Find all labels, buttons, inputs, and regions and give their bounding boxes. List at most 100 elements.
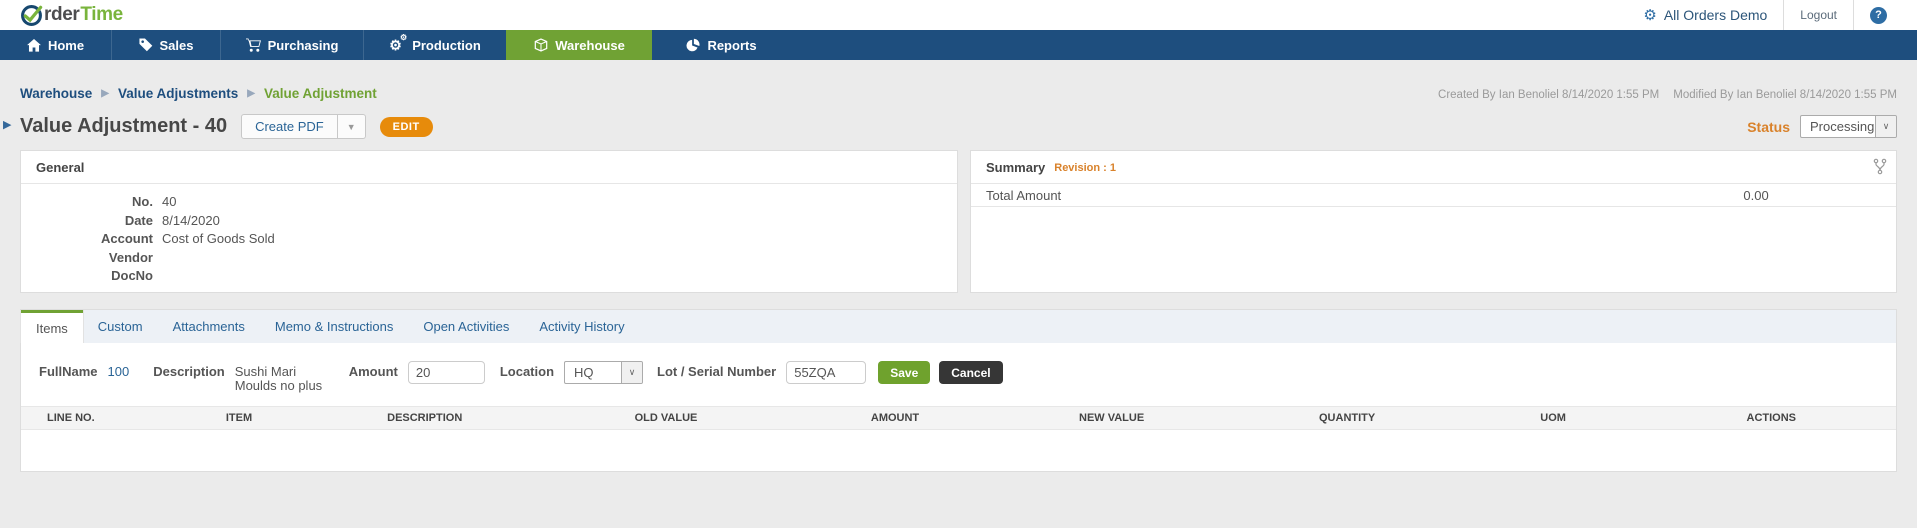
status-select[interactable]: Processing ∨ <box>1800 115 1897 138</box>
field-value: 40 <box>162 194 177 209</box>
cart-icon <box>245 37 261 52</box>
tab-attachments[interactable]: Attachments <box>158 310 260 343</box>
nav-item-sales[interactable]: Sales <box>111 30 220 60</box>
nav-item-production[interactable]: ⚙ ⚙ Production <box>363 30 506 60</box>
create-pdf-dropdown-button[interactable]: ▼ <box>337 114 366 139</box>
chevron-down-icon: ▼ <box>346 121 356 132</box>
tab-open-activities[interactable]: Open Activities <box>408 310 524 343</box>
col-actions: ACTIONS <box>1746 412 1797 424</box>
title-row: ▶ Value Adjustment - 40 Create PDF ▼ EDI… <box>3 114 1897 139</box>
branch-fork-icon <box>1873 158 1887 175</box>
nav-item-reports[interactable]: Reports <box>652 30 790 60</box>
description-value: Sushi Mari Moulds no plus <box>234 364 323 393</box>
breadcrumb-row: Warehouse ▶ Value Adjustments ▶ Value Ad… <box>20 60 1897 101</box>
total-amount-value: 0.00 <box>1743 187 1769 203</box>
save-button[interactable]: Save <box>878 361 931 384</box>
col-line-no: LINE NO. <box>47 412 95 424</box>
breadcrumb-value-adjustments[interactable]: Value Adjustments <box>118 86 238 101</box>
logo-check-circle-icon <box>21 4 43 26</box>
amount-input[interactable] <box>407 361 485 384</box>
settings-gear-icon: ⚙ <box>1643 6 1657 24</box>
chevron-down-icon: ∨ <box>1875 116 1896 137</box>
breadcrumb: Warehouse ▶ Value Adjustments ▶ Value Ad… <box>20 86 377 101</box>
page-title: Value Adjustment - 40 <box>20 115 228 137</box>
modified-by-text: Modified By Ian Benoliel 8/14/2020 1:55 … <box>1673 89 1897 101</box>
lot-serial-label: Lot / Serial Number <box>657 364 777 379</box>
cancel-button[interactable]: Cancel <box>939 361 1003 384</box>
tab-activity-history[interactable]: Activity History <box>524 310 639 343</box>
tab-items[interactable]: Items <box>21 310 83 343</box>
line-items-table: LINE NO. ITEM DESCRIPTION OLD VALUE AMOU… <box>21 406 1896 460</box>
gears-icon: ⚙ ⚙ <box>389 33 408 53</box>
field-label: Account <box>101 231 153 246</box>
page-content: Warehouse ▶ Value Adjustments ▶ Value Ad… <box>0 60 1917 472</box>
col-quantity: QUANTITY <box>1319 412 1376 424</box>
nav-label: Home <box>47 37 85 53</box>
revision-history-button[interactable] <box>1873 158 1887 180</box>
general-panel-title: General <box>36 160 85 175</box>
tab-memo-instructions[interactable]: Memo & Instructions <box>260 310 409 343</box>
nav-label: Purchasing <box>267 37 339 53</box>
table-header-row: LINE NO. ITEM DESCRIPTION OLD VALUE AMOU… <box>21 406 1896 430</box>
record-meta: Created By Ian Benoliel 8/14/2020 1:55 P… <box>1438 89 1897 101</box>
col-amount: AMOUNT <box>870 412 920 424</box>
pie-chart-icon <box>686 38 700 52</box>
col-description: DESCRIPTION <box>387 412 463 424</box>
status-label: Status <box>1747 118 1790 135</box>
account-name: All Orders Demo <box>1663 7 1768 23</box>
create-pdf-split-button: Create PDF ▼ <box>241 114 366 139</box>
nav-item-purchasing[interactable]: Purchasing <box>220 30 363 60</box>
topbar: rder Time ⚙ All Orders Demo Logout ? <box>0 0 1917 30</box>
general-row-vendor: Vendor <box>21 249 957 268</box>
revision-badge: Revision : 1 <box>1054 161 1116 174</box>
help-item[interactable]: ? <box>1854 0 1903 30</box>
logo-text-order: rder <box>44 4 80 25</box>
detail-tabs: Items Custom Attachments Memo & Instruct… <box>21 310 1896 343</box>
general-panel-header: General <box>21 151 957 184</box>
lot-serial-input[interactable] <box>786 361 867 384</box>
empty-table-body <box>21 429 1896 460</box>
nav-label: Reports <box>707 37 757 53</box>
general-panel-body: No. 40 Date 8/14/2020 Account Cost of Go… <box>21 184 957 286</box>
general-row-account: Account Cost of Goods Sold <box>21 230 957 249</box>
logout-item[interactable]: Logout <box>1784 0 1853 30</box>
summary-panel: Summary Revision : 1 Total Amount 0.00 <box>970 150 1897 293</box>
general-row-docno: DocNo <box>21 267 957 286</box>
logout-link: Logout <box>1800 8 1837 22</box>
account-menu[interactable]: ⚙ All Orders Demo <box>1627 0 1783 30</box>
chevron-down-icon: ∨ <box>621 362 643 383</box>
location-value: HQ <box>574 365 594 380</box>
help-icon: ? <box>1870 6 1887 24</box>
field-label: Vendor <box>108 249 153 265</box>
box-icon <box>534 38 548 52</box>
collapse-arrow-icon[interactable]: ▶ <box>3 118 11 131</box>
breadcrumb-current: Value Adjustment <box>263 86 377 101</box>
logo-text-time: Time <box>80 4 123 25</box>
col-uom: UOM <box>1540 412 1566 424</box>
home-icon <box>27 38 41 52</box>
tab-custom[interactable]: Custom <box>83 310 158 343</box>
general-row-date: Date 8/14/2020 <box>21 212 957 231</box>
fullname-link[interactable]: 100 <box>108 361 130 383</box>
edit-button[interactable]: EDIT <box>379 116 433 137</box>
breadcrumb-arrow-icon: ▶ <box>247 88 255 99</box>
topbar-right: ⚙ All Orders Demo Logout ? <box>1627 0 1903 30</box>
general-panel: General No. 40 Date 8/14/2020 Account Co… <box>20 150 958 293</box>
ordertime-logo[interactable]: rder Time <box>20 4 123 27</box>
nav-item-warehouse[interactable]: Warehouse <box>506 30 652 60</box>
line-item-form: FullName 100 Description Sushi Mari Moul… <box>21 343 1896 393</box>
location-label: Location <box>499 364 555 379</box>
summary-panel-title: Summary <box>986 160 1046 175</box>
description-label: Description <box>153 364 225 379</box>
create-pdf-button[interactable]: Create PDF <box>241 114 338 139</box>
nav-label: Warehouse <box>555 37 625 53</box>
status-value: Processing <box>1810 119 1875 134</box>
main-nav: Home Sales Purchasing ⚙ ⚙ Production Ware… <box>0 30 1917 60</box>
nav-label: Production <box>412 37 481 53</box>
field-value: Cost of Goods Sold <box>162 231 275 246</box>
location-select[interactable]: HQ ∨ <box>564 361 644 384</box>
nav-item-home[interactable]: Home <box>0 30 111 60</box>
created-by-text: Created By Ian Benoliel 8/14/2020 1:55 P… <box>1438 89 1660 101</box>
status-group: Status Processing ∨ <box>1747 115 1897 138</box>
breadcrumb-warehouse[interactable]: Warehouse <box>20 86 92 101</box>
